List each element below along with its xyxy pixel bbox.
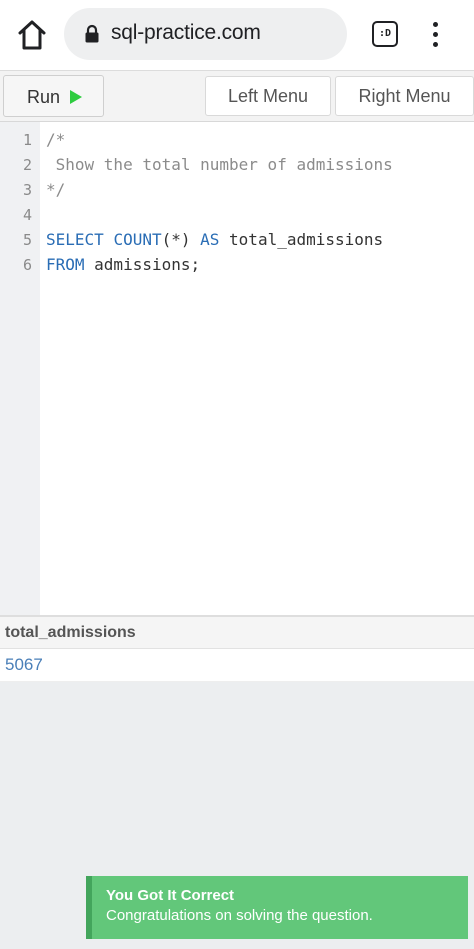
results-column-header: total_admissions — [5, 624, 136, 641]
code-line-from: FROM admissions; — [46, 255, 200, 274]
line-number-gutter: 1 2 3 4 5 6 — [0, 122, 40, 615]
line-number: 2 — [22, 156, 32, 174]
line-number: 4 — [22, 206, 32, 224]
code-comment-text: Show the total number of admissions — [46, 155, 393, 174]
lock-icon — [84, 24, 100, 44]
browser-toolbar: sql-practice.com :D — [0, 0, 474, 70]
table-name: admissions; — [84, 255, 201, 274]
column-alias: total_admissions — [219, 230, 384, 249]
function-count: COUNT — [113, 230, 162, 249]
code-line-select: SELECT COUNT(*) AS total_admissions — [46, 230, 383, 249]
keyword-as: AS — [200, 230, 220, 249]
line-number: 5 — [22, 231, 32, 249]
right-menu-button[interactable]: Right Menu — [335, 76, 474, 116]
keyword-select: SELECT — [46, 230, 104, 249]
toast-message: Congratulations on solving the question. — [106, 907, 373, 924]
more-vert-icon[interactable] — [426, 20, 446, 50]
left-menu-button[interactable]: Left Menu — [205, 76, 331, 116]
toast-title: You Got It Correct — [106, 887, 235, 904]
home-icon[interactable] — [14, 18, 50, 52]
results-cell: 5067 — [5, 655, 43, 674]
address-bar[interactable]: sql-practice.com — [64, 8, 347, 60]
results-header: total_admissions — [0, 615, 474, 649]
play-icon — [70, 90, 82, 104]
code-comment-open: /* — [46, 130, 66, 149]
url-text: sql-practice.com — [111, 21, 261, 44]
count-args: (*) — [161, 230, 201, 249]
line-number: 1 — [22, 131, 32, 149]
run-button-label: Run — [27, 87, 61, 107]
code-comment-close: */ — [46, 180, 66, 199]
editor-toolbar: Run Left Menu Right Menu — [0, 70, 474, 122]
success-toast[interactable]: You Got It Correct Congratulations on so… — [86, 876, 468, 939]
run-button[interactable]: Run — [3, 75, 104, 117]
line-number: 6 — [22, 256, 32, 274]
tab-switcher-button[interactable]: :D — [372, 21, 398, 47]
line-number: 3 — [22, 181, 32, 199]
keyword-from: FROM — [46, 255, 85, 274]
code-editor[interactable]: 1 2 3 4 5 6 /* Show the total number of … — [0, 122, 474, 615]
table-row: 5067 — [0, 649, 474, 682]
